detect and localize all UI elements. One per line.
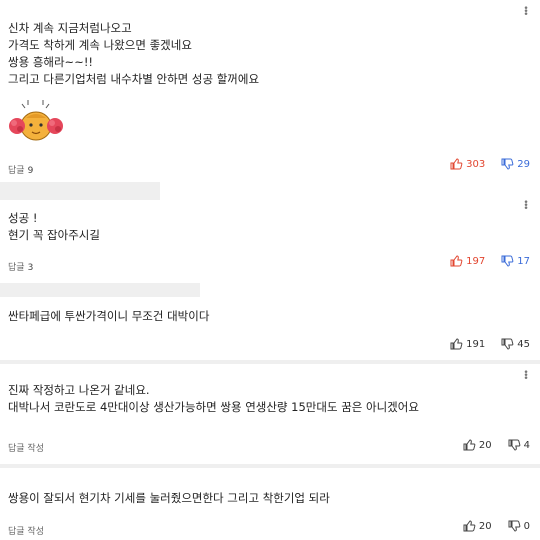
like-count: 20 (478, 520, 492, 532)
vote-bar: 20 0 (463, 520, 530, 532)
thumbs-down-icon (501, 338, 514, 350)
like-count: 20 (478, 439, 492, 451)
comment-line: 진짜 작정하고 나온거 같네요. (8, 383, 150, 397)
reply-button[interactable]: 답글 작성 (8, 441, 44, 454)
vote-bar: 20 4 (463, 439, 530, 451)
vote-bar: 191 45 (450, 338, 530, 350)
comment-text: 싼타페급에 투싼가격이니 무조건 대박이다 (8, 308, 209, 325)
like-count: 197 (466, 255, 486, 267)
thumbs-down-icon (501, 255, 514, 267)
comment-4: • • • 진짜 작정하고 나온거 같네요. 대박나서 코란도로 4만대이상 생산가… (0, 364, 540, 464)
vote-bar: 303 29 (450, 158, 530, 170)
like-button[interactable]: 303 (450, 158, 485, 170)
dislike-count: 4 (523, 439, 530, 451)
dislike-count: 0 (523, 520, 530, 532)
thumbs-down-icon (501, 158, 514, 170)
thumbs-down-icon (508, 439, 520, 451)
comment-3: 싼타페급에 투싼가격이니 무조건 대박이다 191 45 (0, 300, 540, 360)
more-options-icon[interactable]: • • • (522, 5, 530, 20)
comment-line: 대박나서 코란도로 4만대이상 생산가능하면 쌍용 연생산량 15만대도 꿈은 … (8, 400, 419, 414)
reply-button[interactable]: 답글 작성 (8, 524, 44, 537)
more-options-icon[interactable]: • • • (522, 369, 530, 384)
comment-line: 쌍용이 잘되서 현기차 기세를 눌러줬으면한다 그리고 착한기업 되라 (8, 491, 330, 505)
like-button[interactable]: 191 (450, 338, 485, 350)
reply-label: 답글 (8, 263, 25, 273)
more-options-icon[interactable]: • • • (522, 199, 530, 214)
vote-bar: 197 17 (450, 255, 530, 267)
comment-1: • • • 신차 계속 지금처럼나오고 가격도 착하게 계속 나왔으면 좋겠네요 쌍… (0, 0, 540, 182)
comment-line: 그리고 다른기업처럼 내수차별 안하면 성공 할꺼에요 (8, 72, 260, 86)
comment-line: 성공 ! (8, 211, 38, 225)
comment-line: 싼타페급에 투싼가격이니 무조건 대박이다 (8, 309, 210, 323)
like-button[interactable]: 20 (463, 520, 492, 532)
reply-button[interactable]: 답글 9 (8, 163, 33, 176)
separator-bar (0, 283, 200, 297)
comment-2: • • • 성공 ! 현기 꼭 잡아주시길 답글 3 197 17 (0, 199, 540, 288)
thumbs-up-icon (450, 338, 463, 350)
reply-label: 답글 (8, 166, 25, 176)
comment-text: 성공 ! 현기 꼭 잡아주시길 (8, 210, 100, 244)
comment-line: 현기 꼭 잡아주시길 (8, 228, 100, 242)
reply-count: 3 (27, 263, 34, 273)
like-button[interactable]: 20 (463, 439, 492, 451)
comment-5: 쌍용이 잘되서 현기차 기세를 눌러줬으면한다 그리고 착한기업 되라 답글 작… (0, 468, 540, 540)
like-button[interactable]: 197 (450, 255, 485, 267)
comment-line: 가격도 착하게 계속 나왔으면 좋겠네요 (8, 38, 192, 52)
dislike-button[interactable]: 4 (508, 439, 530, 451)
dislike-button[interactable]: 29 (501, 158, 530, 170)
thumbs-up-icon (463, 520, 476, 532)
reply-count: 9 (27, 166, 34, 176)
comment-line: 신차 계속 지금처럼나오고 (8, 21, 132, 35)
cheering-sticker-icon (8, 96, 64, 152)
reply-label: 답글 작성 (8, 444, 44, 454)
comment-text: 신차 계속 지금처럼나오고 가격도 착하게 계속 나왔으면 좋겠네요 쌍용 흥해… (8, 20, 259, 88)
dislike-button[interactable]: 0 (508, 520, 530, 532)
like-count: 191 (466, 338, 486, 350)
comment-line: 쌍용 흥해라~~!! (8, 55, 94, 69)
reply-label: 답글 작성 (8, 527, 44, 537)
dislike-button[interactable]: 45 (501, 338, 530, 350)
comment-text: 쌍용이 잘되서 현기차 기세를 눌러줬으면한다 그리고 착한기업 되라 (8, 490, 330, 507)
dislike-count: 45 (517, 338, 530, 350)
thumbs-up-icon (463, 439, 476, 451)
thumbs-down-icon (508, 520, 520, 532)
like-count: 303 (466, 158, 486, 170)
thumbs-up-icon (450, 255, 463, 267)
dislike-count: 17 (517, 255, 530, 267)
dislike-button[interactable]: 17 (501, 255, 530, 267)
comment-text: 진짜 작정하고 나온거 같네요. 대박나서 코란도로 4만대이상 생산가능하면 … (8, 382, 419, 416)
separator-bar (0, 182, 160, 200)
reply-button[interactable]: 답글 3 (8, 260, 33, 273)
thumbs-up-icon (450, 158, 463, 170)
dislike-count: 29 (517, 158, 530, 170)
